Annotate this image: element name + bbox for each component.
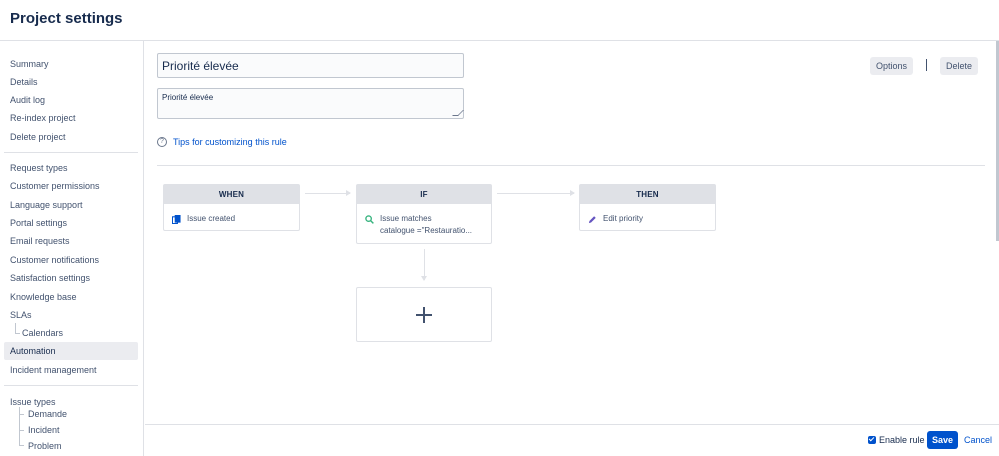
sidebar-item-automation[interactable]: Automation — [4, 342, 138, 360]
sidebar-divider — [4, 385, 138, 386]
sidebar-item-request-types[interactable]: Request types — [10, 161, 68, 175]
pencil-icon — [588, 216, 596, 224]
rule-editor: Priorité élevée Priorité élevée ? Tips f… — [145, 41, 999, 425]
copy-icon — [172, 215, 181, 224]
button-separator — [926, 59, 927, 71]
section-divider — [157, 165, 985, 166]
then-card[interactable]: THEN Edit priority — [579, 184, 716, 231]
search-icon — [365, 215, 374, 224]
then-heading: THEN — [580, 185, 715, 204]
sidebar-item-delete-project[interactable]: Delete project — [10, 130, 66, 144]
help-icon: ? — [157, 137, 167, 147]
then-action-text: Edit priority — [603, 214, 644, 223]
if-heading: IF — [357, 185, 491, 204]
sidebar-item-email-requests[interactable]: Email requests — [10, 234, 70, 248]
settings-sidebar: Summary Details Audit log Re-index proje… — [0, 41, 144, 456]
when-card[interactable]: WHEN Issue created — [163, 184, 300, 231]
add-component-button[interactable] — [356, 287, 492, 342]
rule-name-input[interactable]: Priorité élevée — [157, 53, 464, 78]
sidebar-item-audit-log[interactable]: Audit log — [10, 93, 45, 107]
if-card[interactable]: IF Issue matches catalogue ="Restauratio… — [356, 184, 492, 244]
resize-handle-icon[interactable] — [452, 110, 464, 116]
sidebar-item-knowledge-base[interactable]: Knowledge base — [10, 290, 77, 304]
tree-connector — [19, 445, 24, 446]
delete-button[interactable]: Delete — [940, 57, 978, 75]
sidebar-item-calendars[interactable]: Calendars — [22, 326, 63, 340]
plus-icon — [416, 306, 432, 323]
sidebar-item-satisfaction-settings[interactable]: Satisfaction settings — [10, 271, 90, 285]
save-button[interactable]: Save — [927, 431, 958, 449]
flow-arrow — [421, 249, 427, 281]
sidebar-item-details[interactable]: Details — [10, 75, 38, 89]
sidebar-item-customer-notifications[interactable]: Customer notifications — [10, 253, 99, 267]
tree-connector — [19, 430, 24, 431]
sidebar-item-incident[interactable]: Incident — [28, 423, 60, 437]
tree-connector — [19, 414, 24, 415]
when-trigger-text: Issue created — [187, 214, 236, 223]
rule-description-text: Priorité élevée — [162, 93, 214, 102]
sidebar-item-portal-settings[interactable]: Portal settings — [10, 216, 67, 230]
flow-arrow — [305, 190, 351, 196]
options-button[interactable]: Options — [870, 57, 913, 75]
rule-description-textarea[interactable]: Priorité élevée — [157, 88, 464, 119]
enable-rule-label: Enable rule — [879, 435, 925, 445]
tips-link[interactable]: Tips for customizing this rule — [173, 137, 287, 147]
enable-rule-toggle[interactable]: Enable rule — [868, 435, 925, 445]
sidebar-item-problem[interactable]: Problem — [28, 439, 62, 453]
page-header: Project settings — [0, 0, 999, 41]
footer-bar: Enable rule Save Cancel — [145, 424, 999, 456]
sidebar-item-demande[interactable]: Demande — [28, 407, 67, 421]
if-condition-line1: Issue matches — [380, 214, 432, 223]
tree-connector — [15, 323, 16, 333]
sidebar-item-customer-permissions[interactable]: Customer permissions — [10, 179, 100, 193]
when-heading: WHEN — [164, 185, 299, 204]
sidebar-divider — [4, 152, 138, 153]
cancel-link[interactable]: Cancel — [964, 435, 992, 445]
checkbox-checked-icon[interactable] — [868, 436, 876, 444]
tree-connector — [19, 407, 20, 445]
sidebar-item-language-support[interactable]: Language support — [10, 198, 83, 212]
flow-arrow — [497, 190, 575, 196]
sidebar-item-summary[interactable]: Summary — [10, 57, 49, 71]
sidebar-item-incident-management[interactable]: Incident management — [10, 363, 97, 377]
tips-row: ? Tips for customizing this rule — [157, 136, 287, 148]
sidebar-item-reindex-project[interactable]: Re-index project — [10, 111, 76, 125]
sidebar-item-slas[interactable]: SLAs — [10, 308, 32, 322]
tree-connector — [15, 333, 20, 334]
if-condition-line2: catalogue ="Restauratio... — [380, 226, 473, 235]
page-title: Project settings — [10, 10, 123, 27]
